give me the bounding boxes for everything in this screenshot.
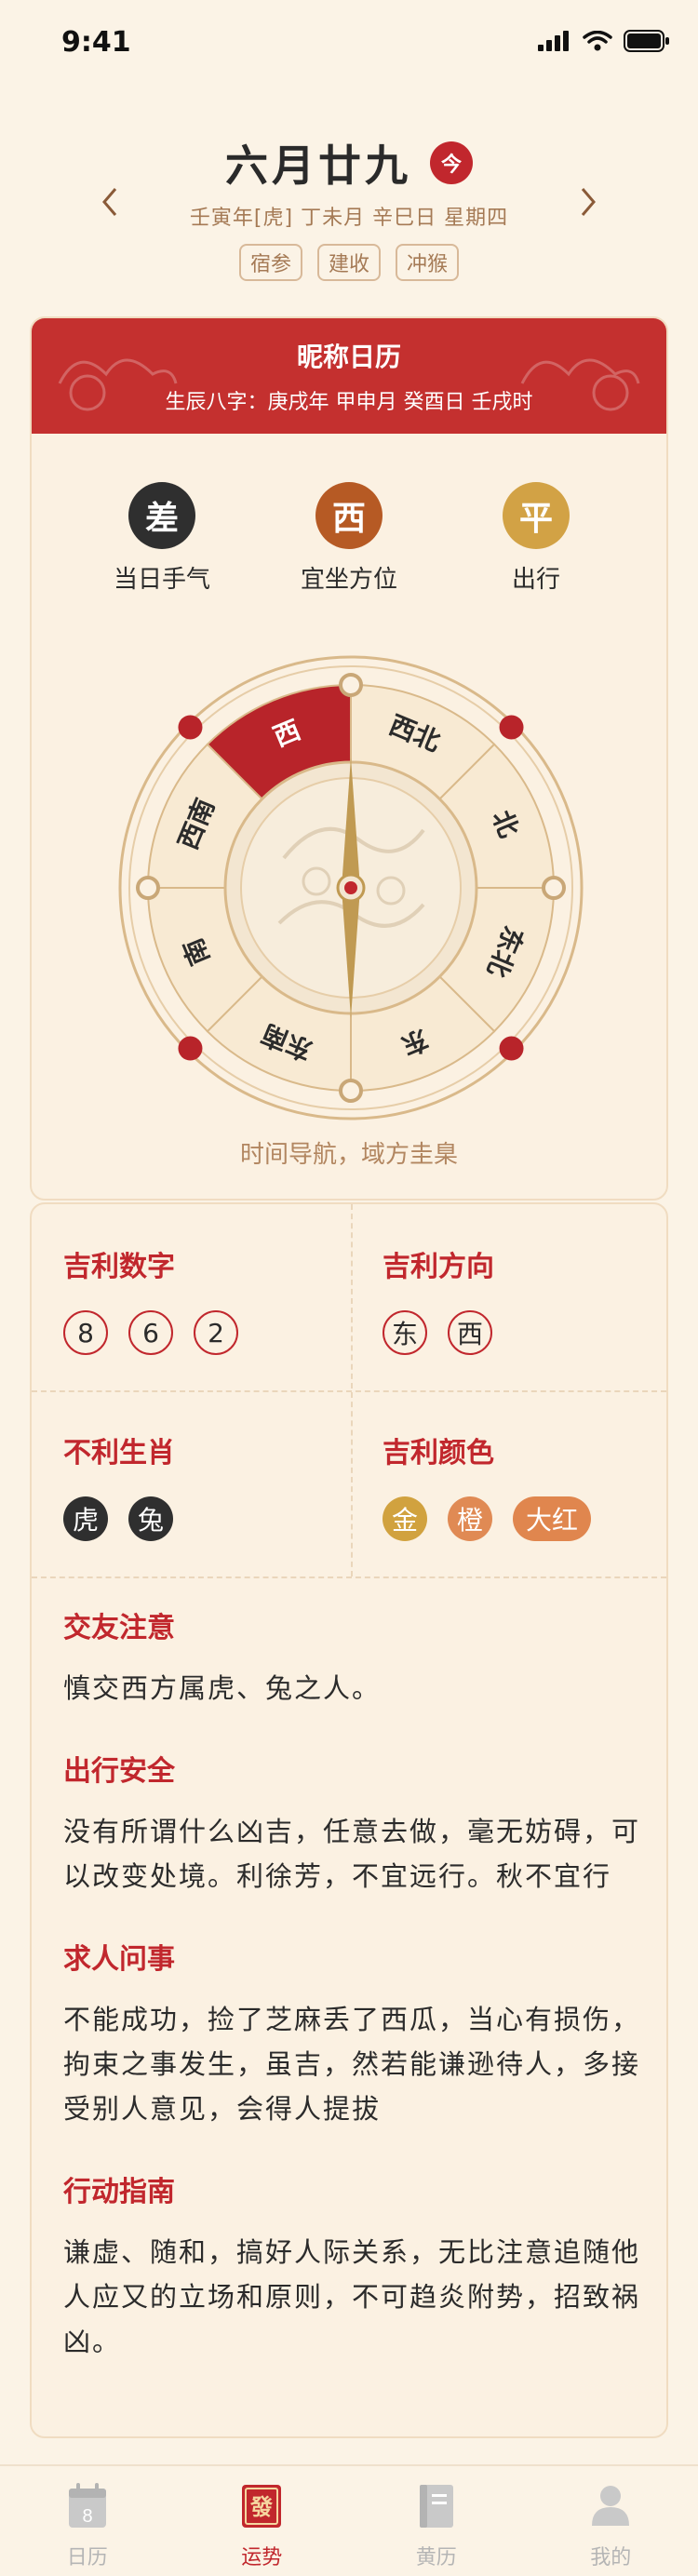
zodiac-chip: 虎 (63, 1496, 109, 1541)
fortune-icon-text: 發 (249, 2494, 273, 2520)
zodiac-chip: 兔 (128, 1496, 174, 1541)
section-body: 谦虚、随和，搞好人际关系，无比注意追随他人应又的立场和原则，不可趋炎附势，招致祸… (63, 2236, 641, 2357)
compass-marker (542, 876, 566, 900)
chip-list: 8 6 2 (63, 1310, 319, 1355)
status-time: 9:41 (61, 26, 131, 59)
lucky-numbers: 吉利数字 8 6 2 (32, 1204, 351, 1390)
section-title: 求人问事 (63, 1943, 175, 1976)
compass-marker (136, 876, 160, 900)
section-title: 吉利颜色 (383, 1437, 494, 1469)
wifi-icon (583, 31, 612, 51)
stat-symbol: 差 (128, 482, 195, 549)
section-title: 行动指南 (63, 2176, 175, 2208)
direction-compass: 西北北东北东东南南西南西 (118, 655, 584, 1120)
cellular-signal-icon (538, 31, 569, 51)
tab-calendar[interactable]: 8 日历 (0, 2466, 175, 2576)
today-button[interactable]: 今 (430, 141, 473, 184)
color-chip: 大红 (513, 1496, 592, 1541)
lucky-directions: 吉利方向 东 西 (351, 1204, 666, 1390)
advice-action: 行动指南 谦虚、随和，搞好人际关系，无比注意追随他人应又的立场和原则，不可趋炎附… (63, 2168, 640, 2364)
stat-label: 出行 (511, 566, 560, 594)
divider (32, 1576, 666, 1578)
lunar-date-line: 壬寅年[虎] 丁未月 辛巳日 星期四 (189, 207, 509, 230)
fortune-stats: 差 当日手气 西 宜坐方位 平 出行 (32, 482, 666, 595)
tag-item: 冲猴 (396, 244, 460, 281)
section-title: 吉利方向 (383, 1251, 494, 1283)
advice-travel: 出行安全 没有所谓什么凶吉，任意去做，毫无妨碍，可以改变处境。利徐芳，不宜远行。… (63, 1748, 640, 1898)
almanac-book-icon (419, 2485, 453, 2528)
tab-fortune[interactable]: 發 运势 (175, 2466, 350, 2576)
day-tags: 宿参 建收 冲猴 (0, 244, 698, 281)
date-header: 六月廿九 今 壬寅年[虎] 丁未月 辛巳日 星期四 宿参 建收 冲猴 (0, 121, 698, 288)
fortune-detail-card: 吉利数字 8 6 2 吉利方向 东 西 不利生肖 虎 兔 吉利颜色 金 橙 大红… (30, 1202, 668, 2438)
stat-seat-direction: 西 宜坐方位 (256, 482, 442, 595)
tab-label: 我的 (590, 2546, 632, 2569)
lucky-number-chip: 6 (128, 1310, 173, 1355)
section-body: 慎交西方属虎、兔之人。 (63, 1672, 382, 1704)
color-chip: 橙 (448, 1496, 493, 1541)
section-title: 交友注意 (63, 1612, 175, 1644)
chip-list: 东 西 (383, 1310, 638, 1355)
stat-hand-luck: 差 当日手气 (69, 482, 255, 595)
card-header: 昵称日历 生辰八字：庚戌年 甲申月 癸酉日 壬戌时 (32, 318, 666, 434)
compass-marker (499, 715, 524, 740)
stat-label: 宜坐方位 (300, 566, 397, 594)
tab-almanac[interactable]: 黄历 (349, 2466, 524, 2576)
stat-symbol: 平 (503, 482, 570, 549)
compass-caption: 时间导航，域方圭臬 (239, 1141, 458, 1169)
compass-marker (339, 1079, 363, 1103)
lucky-direction-chip: 西 (448, 1310, 492, 1355)
stat-label: 当日手气 (113, 566, 210, 594)
calendar-icon: 8 (68, 2483, 106, 2528)
tab-label: 日历 (66, 2546, 108, 2569)
lucky-number-chip: 2 (194, 1310, 238, 1355)
tag-item: 建收 (316, 244, 381, 281)
compass-marker (499, 1036, 524, 1061)
tag-item: 宿参 (238, 244, 302, 281)
stat-symbol: 西 (315, 482, 383, 549)
compass-marker (178, 1036, 203, 1061)
profile-icon (592, 2486, 630, 2526)
card-title: 昵称日历 (296, 342, 401, 372)
bottom-tab-bar: 8 日历 發 运势 黄历 我的 (0, 2464, 698, 2576)
section-body: 没有所谓什么凶吉，任意去做，毫无妨碍，可以改变处境。利徐芳，不宜远行。秋不宜行 (63, 1816, 641, 1892)
tab-label: 运势 (241, 2546, 283, 2569)
battery-icon (624, 30, 669, 52)
personal-calendar-card: 昵称日历 生辰八字：庚戌年 甲申月 癸酉日 壬戌时 差 当日手气 西 宜坐方位 … (30, 316, 668, 1201)
fortune-icon: 發 (242, 2485, 282, 2528)
stat-travel: 平 出行 (443, 482, 629, 595)
section-body: 不能成功，捡了芝麻丢了西瓜，当心有损伤，拘束之事发生，虽吉，然若能谦逊待人，多接… (63, 2004, 641, 2125)
tab-label: 黄历 (415, 2546, 457, 2569)
advice-request: 求人问事 不能成功，捡了芝麻丢了西瓜，当心有损伤，拘束之事发生，虽吉，然若能谦逊… (63, 1936, 640, 2131)
chip-list: 虎 兔 (63, 1496, 319, 1541)
calendar-icon-number: 8 (82, 2506, 92, 2527)
advice-sections: 交友注意 慎交西方属虎、兔之人。 出行安全 没有所谓什么凶吉，任意去做，毫无妨碍… (63, 1604, 640, 2401)
section-title: 不利生肖 (63, 1437, 175, 1469)
color-chip: 金 (383, 1496, 428, 1541)
status-bar: 9:41 (0, 0, 698, 86)
status-icons (538, 30, 670, 52)
compass-marker (178, 715, 203, 740)
tab-profile[interactable]: 我的 (524, 2466, 698, 2576)
advice-friends: 交友注意 慎交西方属虎、兔之人。 (63, 1604, 640, 1711)
chip-list: 金 橙 大红 (383, 1496, 638, 1541)
lucky-colors: 吉利颜色 金 橙 大红 (351, 1390, 666, 1576)
lucky-number-chip: 8 (63, 1310, 108, 1355)
date-title: 六月廿九 (225, 141, 411, 191)
unlucky-zodiac: 不利生肖 虎 兔 (32, 1390, 351, 1576)
section-title: 出行安全 (63, 1755, 175, 1788)
lucky-direction-chip: 东 (383, 1310, 427, 1355)
compass-marker (339, 673, 363, 697)
section-title: 吉利数字 (63, 1251, 175, 1283)
birth-bazi-line: 生辰八字：庚戌年 甲申月 癸酉日 壬戌时 (165, 391, 533, 414)
